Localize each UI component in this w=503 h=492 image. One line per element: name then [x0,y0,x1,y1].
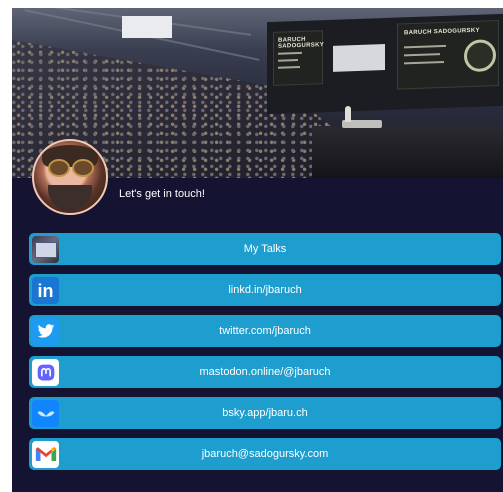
profile-tagline: Let's get in touch! [119,188,205,200]
link-button-twitter[interactable]: twitter.com/jbaruch [29,315,501,347]
link-button-talks[interactable]: My Talks [29,233,501,265]
mastodon-icon [32,359,59,386]
avatar [32,139,108,215]
twitter-icon [32,318,59,345]
link-label: linkd.in/jbaruch [228,284,302,296]
stage [312,126,503,178]
left-slide-screen: BARUCH SADOGURSKY [273,30,325,86]
bluesky-icon [32,400,59,427]
link-label: twitter.com/jbaruch [219,325,311,337]
beard [48,185,92,211]
link-label: My Talks [243,243,287,255]
right-slide-screen: BARUCH SADOGURSKY [397,20,499,90]
stage-screen-wall: BARUCH SADOGURSKY BARUCH SADOGURSKY [267,13,503,115]
slide-line [278,65,300,69]
link-button-email[interactable]: jbaruch@sadogursky.com [29,438,501,470]
slide-title: BARUCH SADOGURSKY [404,27,480,37]
slide-line [404,53,440,56]
goggle-icon [48,159,70,177]
link-label: bsky.app/jbaru.ch [222,407,308,419]
slide-title: BARUCH SADOGURSKY [278,36,325,50]
slide-line [404,44,446,48]
link-label: jbaruch@sadogursky.com [201,448,329,460]
talks-thumbnail-icon [32,236,59,263]
slide-line [278,59,298,62]
event-logo-icon [464,39,496,73]
small-ceiling-screen [122,16,172,38]
profile-card: BARUCH SADOGURSKY BARUCH SADOGURSKY Let'… [12,8,503,492]
speaker-figure [345,106,351,122]
center-video-screen [333,44,385,72]
slide-line [404,60,444,64]
link-button-mastodon[interactable]: mastodon.online/@jbaruch [29,356,501,388]
slide-line [278,51,302,55]
link-button-linkedin[interactable]: in linkd.in/jbaruch [29,274,501,306]
gmail-icon [32,441,59,468]
goggle-icon [72,159,94,177]
link-button-bluesky[interactable]: bsky.app/jbaru.ch [29,397,501,429]
linkedin-icon: in [32,277,59,304]
link-label: mastodon.online/@jbaruch [199,366,331,378]
